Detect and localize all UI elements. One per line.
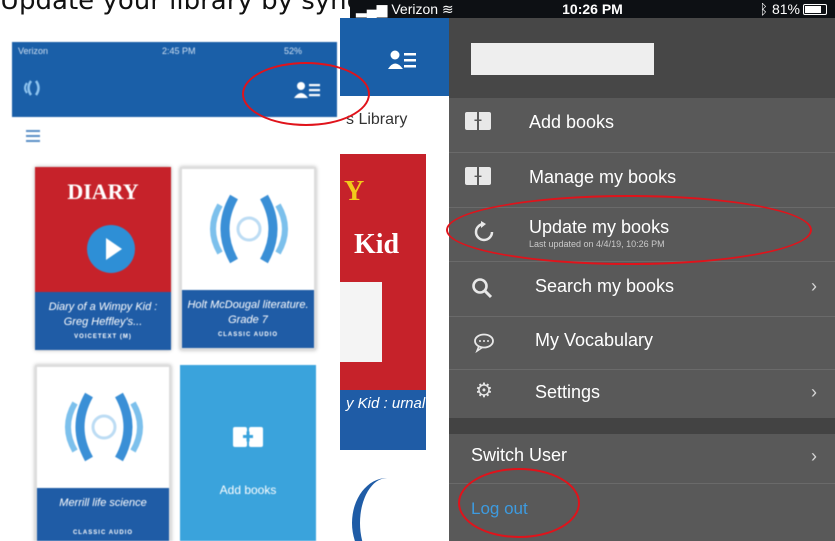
menu-item-label: Add books [529,112,615,132]
add-book-icon [233,427,263,447]
menu-item-label: My Vocabulary [535,330,654,350]
screenshot-root: Update your library by syncing with serv… [0,0,835,541]
user-menu-icon[interactable] [294,81,322,99]
app-logo-icon [210,194,288,264]
book-title-band: Holt McDougal literature. Grade 7 CLASSIC… [182,290,314,348]
switch-user-button[interactable]: Switch User [471,445,567,466]
book-minus-icon: – [465,167,491,187]
gear-icon: ⚙ [475,380,493,402]
battery: 81% [771,1,800,17]
menu-item-search-books[interactable]: Search my books › [449,262,835,316]
menu-item-manage-books[interactable]: – Manage my books [449,153,835,207]
status-bar: Verizon 2:45 PM 52% [12,42,337,60]
side-drawer: + Add books – Manage my books Update my … [449,18,835,541]
bluetooth-icon: ᛒ [759,1,772,17]
search-icon [472,278,493,299]
user-name-field [471,43,654,75]
time: 2:45 PM [162,46,196,56]
user-menu-icon[interactable] [388,50,418,70]
book-cover-title: DIARY [67,179,139,204]
app-logo-icon [65,392,143,462]
chevron-right-icon: › [811,276,817,296]
nav-bar [350,18,449,96]
menu-item-label: Update my books [529,217,670,237]
nav-bar [12,60,337,117]
book-badge: CLASSIC AUDIO [72,530,134,536]
book-card-merrill[interactable]: Merrill life science CLASSIC AUDIO [35,365,171,541]
book-title: Diary of a Wimpy Kid : Greg Heffley's... [48,301,158,328]
menu-item-label: Settings [535,382,601,402]
menu-item-settings[interactable]: ⚙ Settings › [449,368,835,422]
battery: 52% [284,46,303,56]
menu-item-label: Manage my books [529,167,677,187]
library-screen: Verizon 2:45 PM 52% DIARY Diary of a Wim… [12,42,337,541]
book-title-band: Diary of a Wimpy Kid : Greg Heffley's...… [35,292,171,350]
last-updated-text: Last updated on 4/4/19, 10:26 PM [529,239,665,249]
chevron-right-icon: › [811,382,817,402]
book-title: Holt McDougal literature. Grade 7 [187,299,309,326]
book-plus-icon: + [465,112,491,132]
status-right: ᛒ 81% [760,1,827,17]
add-books-tile[interactable]: Add books [180,365,316,541]
add-books-label: Add books [219,483,277,497]
status-bar: ▂▄▆ Verizon ≋ 10:26 PM ᛒ 81% [350,0,835,18]
book-card-diary[interactable]: DIARY Diary of a Wimpy Kid : Greg Heffle… [35,167,171,350]
menu-item-vocabulary[interactable]: My Vocabulary [449,316,835,370]
chevron-right-icon: › [811,446,817,466]
list-view-icon[interactable] [26,130,40,145]
app-logo-icon [24,80,40,96]
book-card-holt[interactable]: Holt McDougal literature. Grade 7 CLASSIC… [180,167,316,350]
menu-item-label: Search my books [535,276,675,296]
book-badge: CLASSIC AUDIO [217,332,279,338]
refresh-icon [474,221,494,242]
book-title-band: Merrill life science CLASSIC AUDIO [37,488,169,541]
menu-item-update-books[interactable]: Update my books Last updated on 4/4/19, … [449,203,835,257]
battery-icon [803,4,827,15]
menu-screen: ▂▄▆ Verizon ≋ 10:26 PM ᛒ 81% + Add books [350,0,835,541]
play-icon[interactable] [87,225,135,273]
speech-bubble-icon [474,333,494,354]
menu-item-add-books[interactable]: + Add books [449,98,835,152]
section-divider [449,418,835,434]
book-badge: VOICETEXT (M) [74,334,132,340]
divider [449,483,835,484]
log-out-button[interactable]: Log out [471,499,528,519]
carrier: Verizon [18,46,49,56]
book-title: Merrill life science [59,497,147,509]
drawer-header [449,18,835,98]
